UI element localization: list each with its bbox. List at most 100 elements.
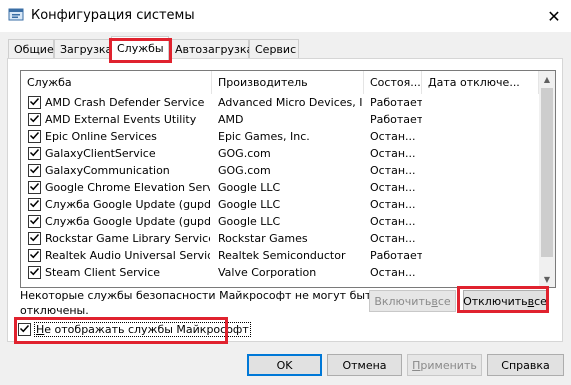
cell-vendor: GOG.com (218, 147, 271, 160)
cell-date (428, 264, 536, 281)
button-label: се (534, 294, 547, 308)
column-header-service[interactable]: Служба (21, 71, 212, 94)
table-row[interactable]: Steam Client Service Valve Corporation Ост… (21, 264, 541, 281)
checkmark-icon (29, 113, 40, 127)
checkmark-icon (29, 198, 40, 212)
apply-button[interactable]: Применить (407, 354, 482, 376)
checkmark-icon (29, 164, 40, 178)
cell-status: Остан... (370, 130, 416, 143)
scroll-down-arrow-icon[interactable]: ▼ (539, 271, 555, 287)
service-checkbox[interactable] (28, 181, 41, 194)
cell-date (428, 94, 536, 111)
table-row[interactable]: Google Chrome Elevation Servic... Google … (21, 179, 541, 196)
service-checkbox[interactable] (28, 198, 41, 211)
cell-name: Steam Client Service (45, 266, 161, 279)
cell-status: Остан... (370, 181, 416, 194)
tab-services[interactable]: Службы (111, 36, 169, 60)
ok-button[interactable]: OK (247, 354, 322, 376)
enable-all-button[interactable]: Включить в се (369, 290, 456, 312)
table-row[interactable]: Служба Google Update (gupdate) Google LLC… (21, 196, 541, 213)
column-header-label: Производитель (218, 76, 308, 89)
table-row[interactable]: GalaxyCommunication GOG.com Остан... (21, 162, 541, 179)
title-bar: Конфигурация системы ✕ (0, 0, 571, 32)
cell-name: GalaxyCommunication (45, 164, 170, 177)
scroll-up-arrow-icon[interactable]: ▲ (539, 71, 555, 87)
msconfig-icon (8, 7, 24, 23)
cell-vendor: Google LLC (218, 181, 281, 194)
cell-vendor: Google LLC (218, 198, 281, 211)
cell-date (428, 196, 536, 213)
security-services-note: Некоторые службы безопасности Майкрософт… (20, 289, 378, 317)
service-checkbox[interactable] (28, 113, 41, 126)
service-checkbox[interactable] (28, 249, 41, 262)
services-list[interactable]: Служба Производитель Состоя... Дата откл… (20, 70, 556, 288)
cell-vendor: Google LLC (218, 215, 281, 228)
tab-boot[interactable]: Загрузка (54, 39, 112, 58)
table-row[interactable]: Epic Online Services Epic Games, Inc. Оста… (21, 128, 541, 145)
button-label: Справка (501, 358, 550, 372)
cell-status: Работает (370, 96, 422, 109)
table-row[interactable]: AMD Crash Defender Service Advanced Micro… (21, 94, 541, 111)
column-header-vendor[interactable]: Производитель (212, 71, 364, 94)
cell-vendor: Valve Corporation (218, 266, 317, 279)
tab-startup[interactable]: Автозагрузка (169, 39, 253, 58)
cell-name: GalaxyClientService (45, 147, 156, 160)
cell-date (428, 230, 536, 247)
checkmark-icon (29, 249, 40, 263)
checkmark-icon (29, 130, 40, 144)
service-checkbox[interactable] (28, 130, 41, 143)
table-row[interactable]: Realtek Audio Universal Service Realtek S… (21, 247, 541, 264)
cell-date (428, 111, 536, 128)
checkmark-icon (29, 96, 40, 110)
checkmark-icon (19, 323, 30, 337)
cell-status: Работает (370, 249, 422, 262)
service-checkbox[interactable] (28, 232, 41, 245)
disable-all-button[interactable]: Отключить в се (463, 290, 547, 312)
button-label: Отмена (342, 358, 387, 372)
service-checkbox[interactable] (28, 164, 41, 177)
column-header-label: Состоя... (370, 76, 421, 89)
service-checkbox[interactable] (28, 266, 41, 279)
tab-label: Автозагрузка (175, 42, 254, 56)
cell-date (428, 145, 536, 162)
button-label: Включить (374, 294, 432, 308)
column-header-label: Дата отключе... (428, 76, 520, 89)
cell-status: Остан... (370, 232, 416, 245)
scrollbar-thumb[interactable] (541, 88, 553, 257)
cancel-button[interactable]: Отмена (327, 354, 402, 376)
cell-status: Остан... (370, 198, 416, 211)
column-header-status[interactable]: Состоя... (364, 71, 422, 94)
button-label: се (437, 294, 451, 308)
service-checkbox[interactable] (28, 147, 41, 160)
button-mnemonic: П (412, 358, 421, 372)
service-checkbox[interactable] (28, 96, 41, 109)
button-label: OK (276, 358, 293, 372)
hide-microsoft-services-label[interactable]: Не отображать службы Майкрософт (34, 322, 251, 337)
cell-name: Google Chrome Elevation Servic... (45, 181, 210, 194)
tab-tools[interactable]: Сервис (249, 39, 299, 58)
cell-vendor: Epic Games, Inc. (218, 130, 310, 143)
cell-date (428, 162, 536, 179)
table-row[interactable]: GalaxyClientService GOG.com Остан... (21, 145, 541, 162)
vertical-scrollbar[interactable]: ▲ ▼ (539, 71, 555, 287)
cell-name: AMD External Events Utility (45, 113, 197, 126)
cell-name: Rockstar Game Library Service (45, 232, 210, 245)
column-header-disabled-date[interactable]: Дата отключе... (422, 71, 539, 94)
table-row[interactable]: Служба Google Update (gupdat... Google LL… (21, 213, 541, 230)
hide-microsoft-services-checkbox[interactable]: Не отображать службы Майкрософт (18, 322, 251, 337)
service-checkbox[interactable] (28, 215, 41, 228)
help-button[interactable]: Справка (487, 354, 564, 376)
cell-vendor: Realtek Semiconductor (218, 249, 346, 262)
window-title: Конфигурация системы (31, 8, 195, 23)
column-header-label: Служба (27, 76, 72, 89)
cell-date (428, 213, 536, 230)
tab-general[interactable]: Общие (8, 39, 54, 58)
checkmark-icon (29, 266, 40, 280)
checkmark-icon (29, 232, 40, 246)
checkbox-box[interactable] (18, 323, 31, 336)
cell-name: Служба Google Update (gupdate) (45, 198, 210, 211)
close-button[interactable]: ✕ (540, 2, 568, 30)
table-row[interactable]: Rockstar Game Library Service Rockstar Ga… (21, 230, 541, 247)
table-row[interactable]: AMD External Events Utility AMD Работает (21, 111, 541, 128)
button-label: Отключить (463, 294, 528, 308)
